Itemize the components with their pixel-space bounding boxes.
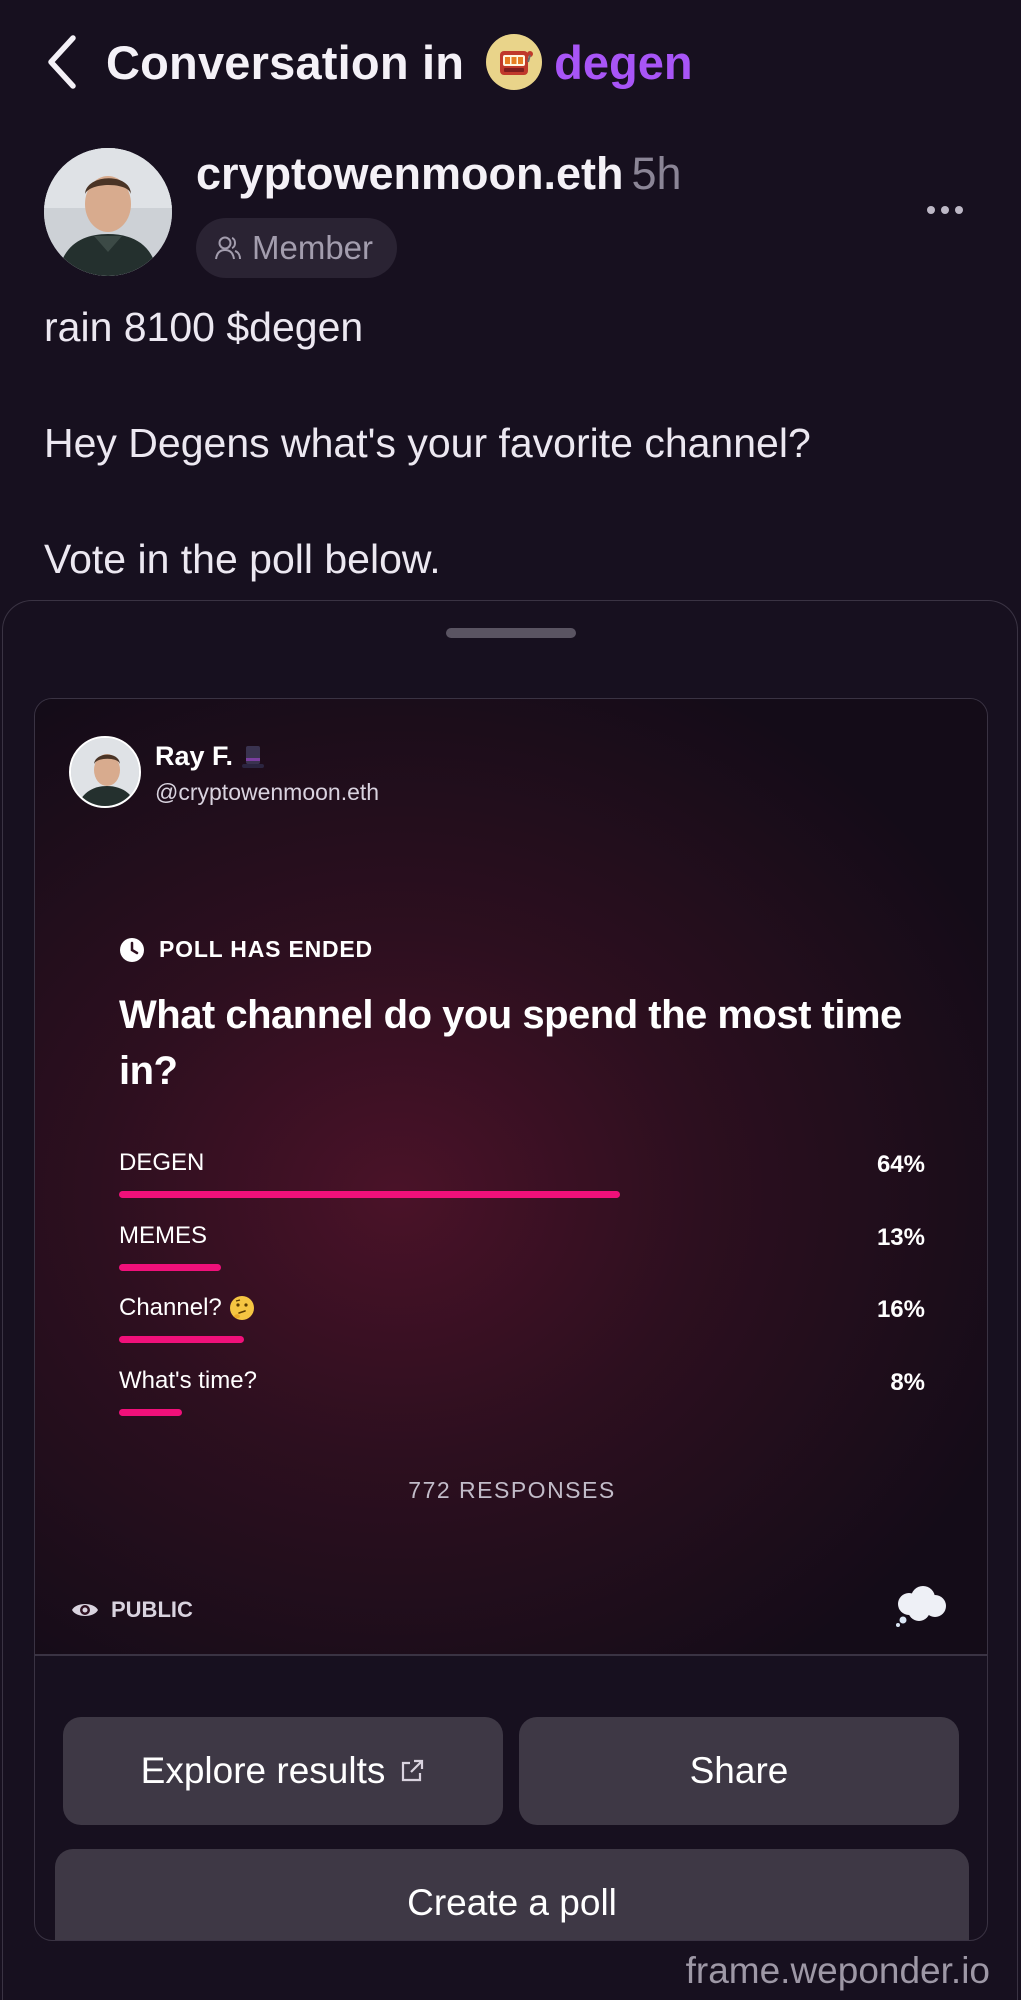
poll-frame: Ray F. @cryptowenmoon.eth POLL HAS ENDED…	[34, 698, 988, 1941]
author-name[interactable]: cryptowenmoon.eth 5h	[196, 148, 682, 200]
sheet-drag-handle[interactable]	[446, 628, 576, 638]
poll-option-bar	[119, 1264, 221, 1271]
member-badge: Member	[196, 218, 398, 278]
slot-machine-icon[interactable]	[486, 34, 543, 90]
poll-option-label: DEGEN	[119, 1149, 204, 1177]
poll-option-percent: 16%	[876, 1296, 925, 1323]
frame-divider	[35, 1654, 987, 1656]
header-title: Conversation in	[106, 35, 465, 89]
explore-results-button[interactable]: Explore results	[63, 1717, 503, 1825]
poll-option-bar	[119, 1336, 244, 1343]
poll-option-text: What's time?	[119, 1367, 257, 1394]
frame-domain-link[interactable]: frame.weponder.io	[660, 1950, 990, 1992]
channel-link[interactable]: degen	[554, 35, 692, 90]
member-badge-label: Member	[252, 229, 374, 266]
poll-option-label: What's time?	[119, 1367, 257, 1395]
create-poll-button[interactable]: Create a poll	[55, 1849, 969, 1940]
poll-frame-image[interactable]: Ray F. @cryptowenmoon.eth POLL HAS ENDED…	[35, 699, 987, 1654]
frame-user-name-text: Ray F.	[155, 741, 234, 771]
post-line-2: Hey Degens what's your favorite channel?	[44, 420, 811, 466]
explore-results-label: Explore results	[140, 1750, 386, 1791]
eye-icon	[72, 1604, 98, 1616]
author-handle[interactable]: cryptowenmoon.eth	[196, 148, 624, 199]
share-label: Share	[689, 1750, 789, 1791]
frame-user-name: Ray F.	[155, 741, 265, 772]
poll-option-label: MEMES	[119, 1222, 207, 1250]
poll-option-label: Channel?	[119, 1294, 256, 1322]
poll-question: What channel do you spend the most time …	[119, 993, 902, 1093]
member-icon	[215, 236, 241, 260]
more-dots-icon[interactable]	[920, 190, 970, 230]
post-age: 5h	[631, 148, 682, 199]
clock-icon	[120, 937, 144, 962]
poll-visibility-text: PUBLIC	[111, 1597, 193, 1622]
poll-option-text: Channel?	[119, 1294, 222, 1321]
chevron-left-icon	[48, 35, 76, 89]
thought-cloud-icon	[896, 1586, 946, 1627]
post-line-3: Vote in the poll below.	[44, 536, 441, 582]
poll-option-percent: 64%	[876, 1151, 925, 1178]
frame-user-handle: @cryptowenmoon.eth	[155, 779, 380, 805]
frame-user-avatar	[69, 736, 141, 808]
thinking-face-icon	[229, 1296, 254, 1320]
header: Conversation in degen	[0, 0, 1021, 124]
poll-option-bar	[119, 1191, 620, 1198]
poll-status-text: POLL HAS ENDED	[159, 936, 373, 962]
conversation-page: Conversation in degen cryptowenmoon.eth …	[0, 0, 1021, 2000]
poll-option-percent: 8%	[890, 1369, 925, 1396]
post-line-1: rain 8100 $degen	[44, 304, 364, 350]
back-button[interactable]	[40, 32, 84, 92]
external-link-icon	[402, 1759, 424, 1782]
top-hat-icon	[242, 745, 265, 768]
create-poll-label: Create a poll	[407, 1882, 617, 1923]
poll-response-count: 772 RESPONSES	[408, 1477, 616, 1503]
share-button[interactable]: Share	[519, 1717, 959, 1825]
poll-visibility: PUBLIC	[71, 1597, 193, 1623]
poll-status: POLL HAS ENDED	[119, 936, 373, 963]
poll-option-text: MEMES	[119, 1222, 208, 1249]
author-avatar[interactable]	[44, 148, 172, 276]
poll-option-bar	[119, 1409, 182, 1416]
poll-option-text: DEGEN	[119, 1149, 205, 1176]
poll-option-percent: 13%	[876, 1224, 925, 1251]
